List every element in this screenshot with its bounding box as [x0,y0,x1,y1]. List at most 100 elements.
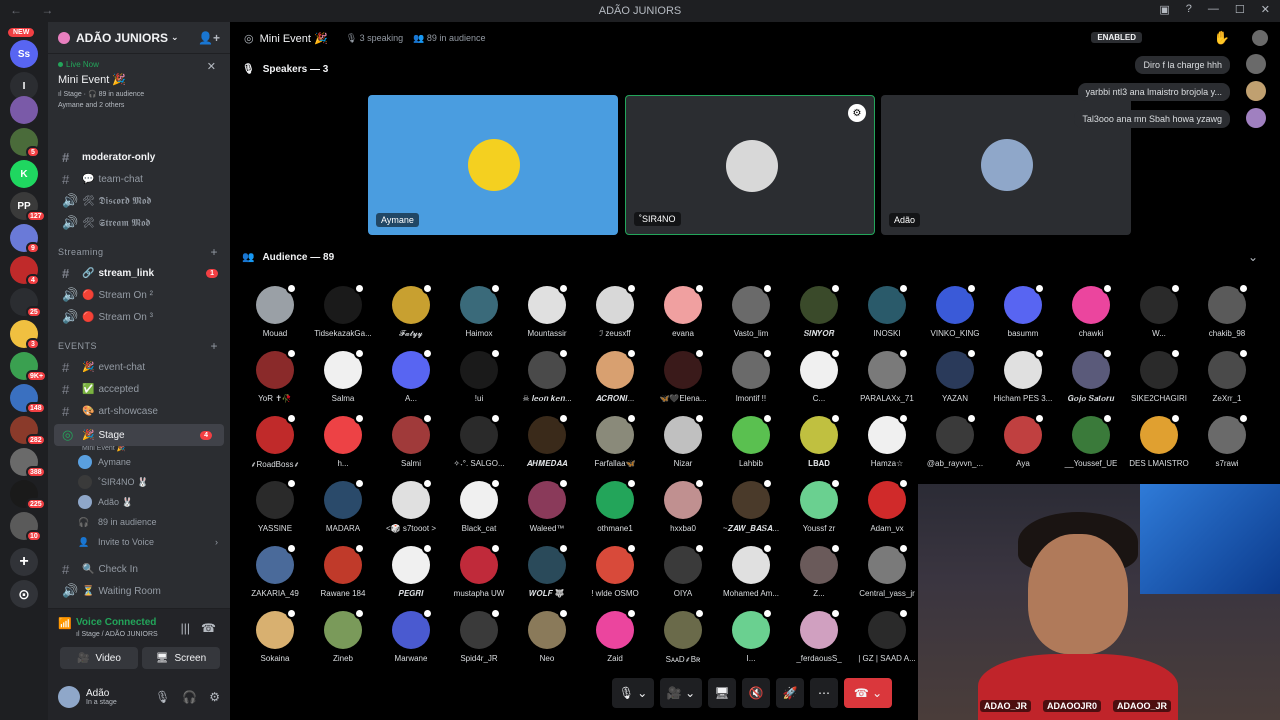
audience-member[interactable]: Marwane [379,608,443,671]
stage-user[interactable]: ˚SIR4NO 🐰 [48,472,230,492]
live-event-box[interactable]: Live Now Mini Event 🎉 ıl Stage · 🎧 89 in… [48,54,230,146]
help-icon[interactable]: ? [1186,3,1192,16]
category-streaming[interactable]: Streaming + [48,242,230,262]
channel-item[interactable]: 🔊 🛠 𝕾𝖙𝖗𝖊𝖆𝖒 𝕸𝖔𝖉 [48,212,230,234]
add-member-icon[interactable]: 👤+ [198,31,220,45]
audience-member[interactable]: Lahbib [719,413,783,476]
video-button[interactable]: 🎥 ⌄ [660,678,702,708]
channel-stage[interactable]: ◎ 🎉 Stage 4 [54,424,224,446]
audience-member[interactable]: Zaid [583,608,647,671]
voice-location[interactable]: ıl Stage / ADÃO JUNIORS [76,631,158,638]
raise-hand-icon[interactable]: ✋ [1214,30,1230,46]
audience-member[interactable]: 𝑨𝑯𝑴𝑬𝑫𝑨𝑨 [515,413,579,476]
audience-member[interactable]: Haimox [447,283,511,346]
channel-item[interactable]: 🔊 🔴 Stream On ² [48,284,230,306]
audience-member[interactable]: lmontif !! [719,348,783,411]
audience-member[interactable]: I... [719,608,783,671]
disconnect-icon[interactable]: ☎ [201,621,216,635]
audience-member[interactable]: chakib_98 [1195,283,1259,346]
avatar[interactable] [58,686,80,708]
audience-member[interactable]: Spid4r_JR [447,608,511,671]
channel-item[interactable]: # 💬 team-chat [48,168,230,190]
close-icon[interactable]: ✕ [207,60,216,73]
audience-member[interactable]: Vasto_lim [719,283,783,346]
channel-item[interactable]: # 🎨 art-showcase [48,400,230,422]
audience-count-line[interactable]: 🎧 89 in audience [48,512,230,532]
audience-member[interactable]: Waleed™ [515,478,579,541]
audience-member[interactable]: Farfallaa🦋 [583,413,647,476]
sound-off-icon[interactable]: 🔇 [742,678,770,708]
audience-member[interactable]: 𝑺𝑰𝑵𝒀𝑶𝑹 [787,283,851,346]
channel-item[interactable]: # ✅ accepted [48,378,230,400]
microphone-button[interactable]: 🎙 ⌄ [612,678,654,708]
channel-item[interactable]: # moderator-only [48,146,230,168]
audience-member[interactable]: Black_cat [447,478,511,541]
channel-item[interactable]: 🔊 ⏳ Waiting Room [48,580,230,602]
audience-member[interactable]: Youssf zr [787,478,851,541]
audience-member[interactable]: 𝑨𝑪𝑹𝑶𝑵𝑰... [583,348,647,411]
screen-button[interactable]: 🖥 Screen [142,647,220,669]
audience-member[interactable]: ℐ zeusxff [583,283,647,346]
add-channel-icon[interactable]: + [210,245,218,259]
audience-member[interactable]: DES LMAISTRO [1127,413,1191,476]
screen-share-button[interactable]: 🖥 [708,678,736,708]
speaker-tile[interactable]: Aymane [368,95,618,235]
server-icon[interactable]: Ss [10,40,38,68]
audience-member[interactable]: ✧˖°. SALGO... [447,413,511,476]
stage-user[interactable]: Adão 🐰 [48,492,230,512]
audience-member[interactable]: YoR ✝🥀 [243,348,307,411]
audience-member[interactable]: Z... [787,543,851,606]
audience-member[interactable]: @ab_rayvvn_... [923,413,987,476]
audience-member[interactable]: Neo [515,608,579,671]
nav-arrows[interactable]: ← → [10,3,61,17]
more-icon[interactable]: ⋯ [810,678,838,708]
audience-member[interactable]: h... [311,413,375,476]
audience-member[interactable]: TidsekazakGa... [311,283,375,346]
audience-member[interactable]: 🦋🖤Elena... [651,348,715,411]
audience-member[interactable]: evana [651,283,715,346]
audience-member[interactable]: __Youssef_UE [1059,413,1123,476]
audience-member[interactable]: 𝑾𝑶𝑳𝑭 🐺 [515,543,579,606]
noise-suppression-icon[interactable]: ||| [181,621,190,635]
guild-header[interactable]: ADÃO JUNIORS ⌄ 👤+ [48,22,230,54]
add-channel-icon[interactable]: + [210,339,218,353]
audience-member[interactable]: SIKE2CHAGIRI [1127,348,1191,411]
audience-member[interactable]: othmane1 [583,478,647,541]
audience-member[interactable]: s7rawi [1195,413,1259,476]
audience-member[interactable]: YAZAN [923,348,987,411]
channel-item[interactable]: # 🔗 stream_link 1 [48,262,230,284]
audience-member[interactable]: !ui [447,348,511,411]
audience-member[interactable]: ZAKARIA_49 [243,543,307,606]
audience-member[interactable]: OIYA [651,543,715,606]
audience-member[interactable]: ☠ 𝒍𝒆𝒐𝒏 𝒌𝒆𝒏... [515,348,579,411]
audience-member[interactable]: 𝐋𝐁𝐀𝐃 [787,413,851,476]
audience-member[interactable]: mustapha UW [447,543,511,606]
audience-member[interactable]: Aya [991,413,1055,476]
audience-member[interactable]: Hicham PES 3... [991,348,1055,411]
speaker-tile[interactable]: ˚SIR4NO ⚙ [625,95,875,235]
server-icon[interactable]: K [10,160,38,188]
audience-member[interactable]: ⸙RoadBoss⸙ [243,413,307,476]
audience-member[interactable]: basumm [991,283,1055,346]
microphone-icon[interactable]: 🎙 [155,690,170,704]
gear-icon[interactable]: ⚙ [209,690,220,704]
chevron-down-icon[interactable]: ⌄ [1248,250,1258,264]
close-button[interactable]: ✕ [1261,3,1270,16]
activity-icon[interactable]: 🚀 [776,678,804,708]
audience-member[interactable]: ~𝒁𝑨𝑾_𝑩𝑨𝑺𝑨... [719,478,783,541]
audience-member[interactable]: hxxba0 [651,478,715,541]
audience-member[interactable]: chawki [1059,283,1123,346]
audience-member[interactable]: ZeXrr_1 [1195,348,1259,411]
audience-member[interactable]: Adam_vx [855,478,919,541]
audience-member[interactable]: Mouad [243,283,307,346]
audience-member[interactable]: SᴀᴀD⸙Bʀ [651,608,715,671]
audience-member[interactable]: Rawane 184 [311,543,375,606]
audience-member[interactable]: Zineb [311,608,375,671]
audience-member[interactable]: YASSINE [243,478,307,541]
audience-member[interactable]: 𝑷𝑬𝑮𝑹𝑰 [379,543,443,606]
audience-member[interactable]: 𝑮𝒐𝒋𝒐 𝑺𝒂𝒕𝒐𝒓𝒖 [1059,348,1123,411]
audience-member[interactable]: _ferdaousS_ [787,608,851,671]
audience-member[interactable]: INOSKI [855,283,919,346]
headphones-icon[interactable]: 🎧 [182,690,197,704]
category-events[interactable]: EVENTS + [48,336,230,356]
